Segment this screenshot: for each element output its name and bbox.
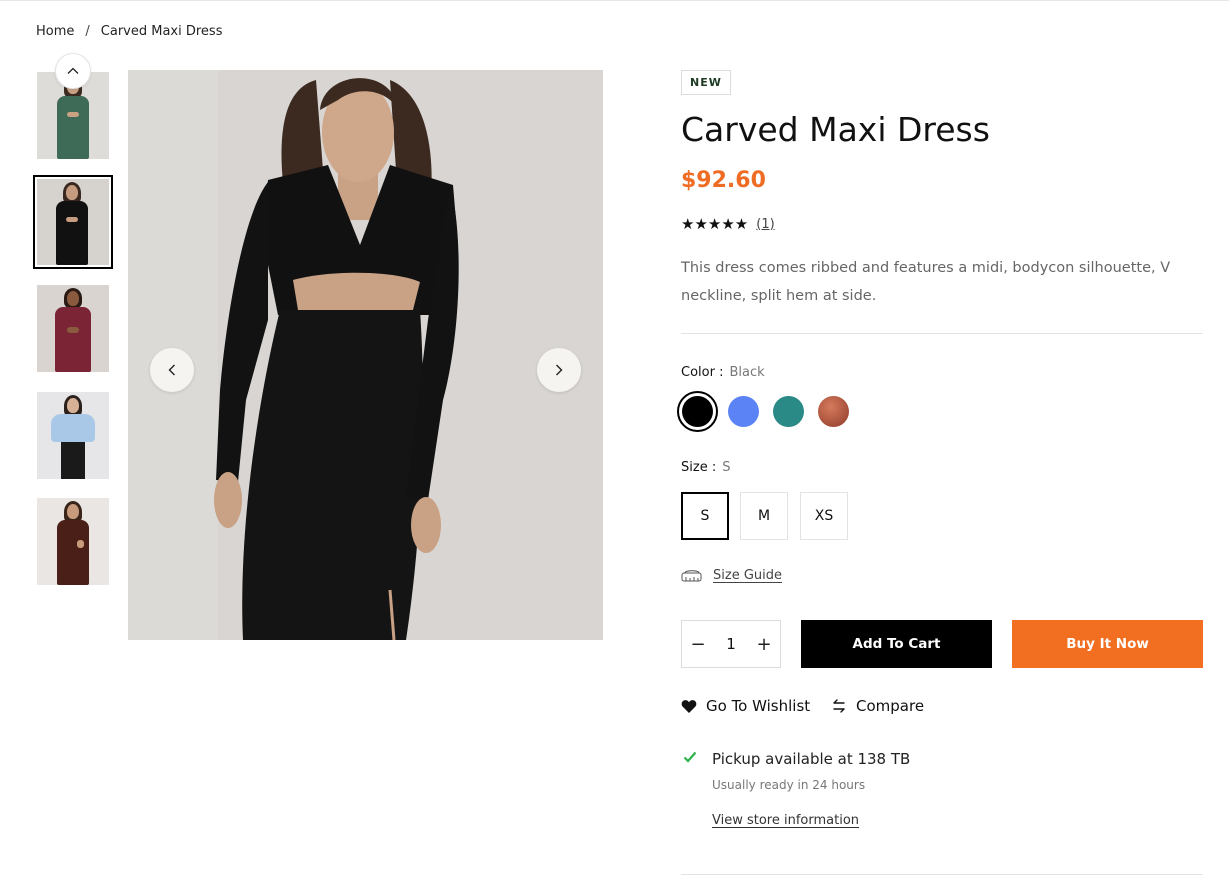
heart-icon: [681, 699, 697, 713]
product-price: $92.60: [681, 168, 766, 193]
quantity-minus-button[interactable]: −: [690, 634, 706, 655]
thumbnail-burgundy-dress[interactable]: [37, 285, 109, 372]
product-title: Carved Maxi Dress: [681, 110, 990, 149]
chevron-up-icon: [67, 67, 79, 74]
thumbnails-up-button[interactable]: [55, 53, 91, 89]
breadcrumb-home-link[interactable]: Home: [36, 24, 74, 39]
color-selected-value: Black: [729, 365, 765, 380]
compare-button[interactable]: Compare: [831, 697, 924, 715]
breadcrumb: Home / Carved Maxi Dress: [36, 24, 222, 39]
breadcrumb-current: Carved Maxi Dress: [100, 24, 223, 39]
pickup-availability: Pickup available at 138 TB: [712, 750, 911, 768]
wishlist-button[interactable]: Go To Wishlist: [681, 697, 810, 715]
color-label-text: Color :: [681, 365, 724, 380]
divider: [681, 333, 1203, 334]
new-badge: NEW: [681, 70, 731, 95]
pickup-ready-time: Usually ready in 24 hours: [712, 778, 866, 792]
view-store-information-link[interactable]: View store information: [712, 813, 859, 828]
size-label-text: Size :: [681, 460, 717, 475]
quantity-value[interactable]: 1: [726, 635, 736, 653]
image-prev-button[interactable]: [150, 348, 194, 392]
color-swatch-blue[interactable]: [728, 396, 759, 427]
quantity-plus-button[interactable]: +: [756, 634, 772, 655]
chevron-right-icon: [556, 364, 563, 376]
size-option-xs[interactable]: XS: [800, 492, 848, 540]
chevron-left-icon: [168, 364, 175, 376]
size-selected-value: S: [722, 460, 731, 475]
size-label: Size : S: [681, 460, 730, 475]
image-next-button[interactable]: [537, 348, 581, 392]
bottom-divider: [681, 874, 1203, 875]
compare-text: Compare: [856, 697, 925, 715]
product-photo: [128, 70, 603, 640]
compare-arrows-icon: [833, 699, 845, 713]
add-to-cart-button[interactable]: Add To Cart: [801, 620, 992, 668]
wishlist-text: Go To Wishlist: [706, 697, 811, 715]
thumbnail-black-dress[interactable]: [33, 175, 113, 269]
rating-count-link[interactable]: (1): [756, 217, 774, 232]
check-icon: [683, 751, 697, 763]
quantity-stepper: − 1 +: [681, 620, 781, 668]
top-border: [0, 0, 1229, 1]
color-swatch-copper[interactable]: [818, 396, 849, 427]
size-option-m[interactable]: M: [740, 492, 788, 540]
size-option-s[interactable]: S: [681, 492, 729, 540]
size-guide-link[interactable]: Size Guide: [681, 568, 782, 583]
product-rating: ★★★★★ (1): [681, 215, 775, 233]
rating-stars: ★★★★★: [681, 215, 749, 233]
color-swatch-teal[interactable]: [773, 396, 804, 427]
thumbnail-brown-dress[interactable]: [37, 498, 109, 585]
ruler-icon: [681, 569, 702, 581]
color-swatch-black[interactable]: [677, 391, 718, 432]
main-product-image: [128, 70, 603, 640]
color-label: Color : Black: [681, 365, 765, 380]
size-guide-text: Size Guide: [713, 568, 782, 583]
thumbnail-light-blue-top[interactable]: [37, 392, 109, 479]
product-description: This dress comes ribbed and features a m…: [681, 260, 1171, 304]
buy-now-button[interactable]: Buy It Now: [1012, 620, 1203, 668]
breadcrumb-separator: /: [85, 24, 90, 39]
